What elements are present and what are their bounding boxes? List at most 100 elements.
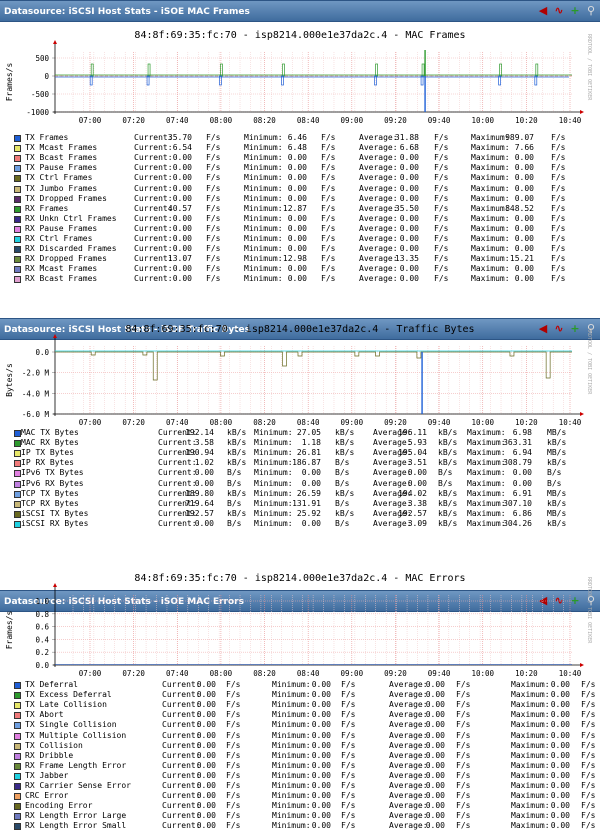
legend-current-unit: B/s — [227, 478, 242, 488]
legend-average-label: Average: — [389, 791, 428, 801]
legend-minimum-label: Minimum: — [244, 254, 283, 264]
legend-current-unit: F/s — [226, 730, 241, 740]
legend-current-value: 0.00 — [196, 710, 216, 720]
legend-minimum-value: 26.81 — [296, 448, 321, 458]
legend-maximum-value: 308.79 — [503, 458, 532, 468]
legend-current-value: 192.57 — [185, 508, 214, 518]
legend-average-unit: F/s — [434, 213, 449, 223]
legend-maximum-value: 307.10 — [503, 498, 532, 508]
legend-minimum-unit: F/s — [341, 680, 356, 689]
x-tick-label: 09:40 — [428, 418, 451, 427]
legend-average-unit: F/s — [456, 821, 471, 831]
rx-spike — [220, 63, 223, 77]
legend-current-value: 189.80 — [185, 488, 214, 498]
legend-current-label: Current: — [162, 710, 201, 720]
legend-average-label: Average: — [359, 223, 398, 233]
legend-minimum-label: Minimum: — [254, 428, 293, 437]
legend-current-label: Current: — [134, 274, 173, 284]
legend-maximum-value: 0.00 — [550, 720, 570, 730]
legend-average-label: Average: — [389, 740, 428, 750]
legend-current-unit: F/s — [206, 133, 221, 142]
legend-maximum-value: 363.31 — [503, 438, 532, 448]
legend-minimum-label: Minimum: — [272, 700, 311, 710]
zoom-icon[interactable]: ⚲ — [584, 4, 598, 18]
legend-current-label: Current: — [134, 173, 173, 183]
legend-maximum-unit: F/s — [581, 740, 596, 750]
legend-name: IPv6 RX Bytes — [21, 478, 84, 488]
legend-minimum-unit: F/s — [341, 811, 356, 821]
legend-average-unit: F/s — [456, 770, 471, 780]
legend-name: RX Dribble — [25, 750, 74, 760]
legend-name: RX Pause Frames — [25, 223, 98, 233]
y-tick-label: -1000 — [26, 108, 49, 117]
legend-current-value: 0.00 — [196, 801, 216, 811]
legend-current-unit: F/s — [226, 821, 241, 831]
legend-current-unit: F/s — [206, 153, 221, 163]
legend-average-value: 0.00 — [407, 478, 427, 488]
legend-maximum-label: Maximum: — [471, 133, 510, 142]
legend-average-label: Average: — [373, 458, 412, 468]
legend-minimum-value: 0.00 — [311, 811, 331, 821]
legend-current-label: Current: — [158, 468, 197, 478]
legend-name: MAC TX Bytes — [21, 428, 79, 437]
legend-average-value: 0.00 — [399, 274, 419, 284]
legend-swatch — [14, 175, 21, 183]
legend-minimum-label: Minimum: — [254, 498, 293, 508]
legend-minimum-label: Minimum: — [254, 488, 293, 498]
legend-minimum-label: Minimum: — [244, 153, 283, 163]
speaker-icon[interactable]: ◀ — [536, 4, 550, 18]
legend-maximum-label: Maximum: — [467, 428, 506, 437]
legend-average-unit: F/s — [456, 700, 471, 710]
legend-minimum-label: Minimum: — [272, 801, 311, 811]
y-tick-label: 0.2 — [35, 648, 49, 657]
legend-average-unit: F/s — [434, 153, 449, 163]
rx-spike — [535, 63, 539, 77]
legend-maximum-label: Maximum: — [467, 458, 506, 468]
legend-maximum-unit: MB/s — [547, 488, 567, 498]
legend-row: RX Pause Frames Current: 0.00 F/s Minimum: 0.… — [14, 224, 594, 234]
legend-average-label: Average: — [359, 264, 398, 274]
legend-row: RX Mcast Frames Current: 0.00 F/s Minimum: 0.… — [14, 264, 594, 274]
legend-maximum-value: 6.94 — [512, 448, 532, 458]
legend-current-value: 0.00 — [172, 264, 192, 274]
legend-maximum-label: Maximum: — [467, 498, 506, 508]
legend-average-unit: B/s — [438, 468, 453, 478]
legend-minimum-value: 6.46 — [287, 133, 307, 142]
legend-name: TX Bcast Frames — [25, 153, 98, 163]
legend-name: TX Late Collision — [25, 700, 107, 710]
legend-average-label: Average: — [389, 801, 428, 811]
legend-current-unit: F/s — [226, 760, 241, 770]
legend-minimum-unit: F/s — [341, 791, 356, 801]
legend-current-label: Current: — [162, 730, 201, 740]
legend-average-unit: F/s — [456, 720, 471, 730]
legend-maximum-value: 0.00 — [514, 274, 534, 284]
legend-row: MAC RX Bytes Current: 3.58 kB/s Minimum: 1.18… — [14, 438, 594, 448]
legend-minimum-value: 0.00 — [287, 274, 307, 284]
legend-maximum-label: Maximum: — [511, 740, 550, 750]
legend-minimum-value: 0.00 — [287, 163, 307, 173]
legend-maximum-unit: MB/s — [547, 428, 567, 437]
legend-minimum-label: Minimum: — [254, 438, 293, 448]
legend-swatch — [14, 783, 21, 790]
legend-minimum-unit: B/s — [335, 468, 350, 478]
legend-maximum-value: 0.00 — [550, 690, 570, 700]
add-icon[interactable]: + — [568, 4, 582, 18]
legend-name: TCP TX Bytes — [21, 488, 79, 498]
legend-maximum-value: 0.00 — [514, 264, 534, 274]
legend-current-value: 0.00 — [172, 183, 192, 193]
legend-name: RX Mcast Frames — [25, 264, 98, 274]
legend-name: iSCSI TX Bytes — [21, 508, 89, 518]
graph-icon[interactable]: ∿ — [552, 4, 566, 18]
legend-swatch — [14, 215, 21, 223]
legend-current-value: 0.00 — [194, 478, 214, 488]
legend-minimum-value: 0.00 — [311, 791, 331, 801]
legend-maximum-unit: F/s — [551, 143, 566, 153]
legend-average-value: 0.00 — [425, 720, 445, 730]
legend-maximum-value: 0.00 — [550, 710, 570, 720]
legend-maximum-unit: B/s — [547, 468, 562, 478]
legend-average-unit: F/s — [434, 173, 449, 183]
y-tick-label: 0 — [44, 72, 49, 81]
legend-average-value: 5.93 — [407, 438, 427, 448]
legend-maximum-value: 15.21 — [509, 254, 534, 264]
legend-maximum-label: Maximum: — [467, 438, 506, 448]
